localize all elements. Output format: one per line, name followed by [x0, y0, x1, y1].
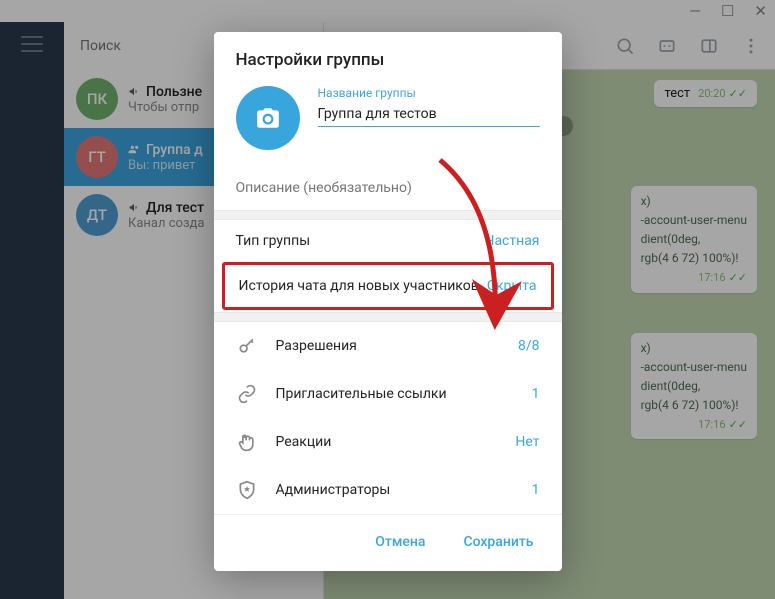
key-icon	[236, 335, 258, 357]
admins-row[interactable]: Администраторы 1	[214, 466, 562, 514]
save-button[interactable]: Сохранить	[449, 527, 547, 557]
group-type-row[interactable]: Тип группы Частная	[214, 220, 562, 262]
link-icon	[236, 383, 258, 405]
reactions-row[interactable]: Реакции Нет	[214, 418, 562, 466]
permissions-row[interactable]: Разрешения 8/8	[214, 322, 562, 370]
chat-history-row[interactable]: История чата для новых участников Скрыта	[225, 265, 551, 307]
camera-icon	[254, 105, 282, 131]
group-photo-button[interactable]	[236, 86, 300, 150]
shield-star-icon	[236, 479, 258, 501]
invite-links-row[interactable]: Пригласительные ссылки 1	[214, 370, 562, 418]
highlight-annotation: История чата для новых участников Скрыта	[222, 262, 554, 310]
cancel-button[interactable]: Отмена	[361, 527, 439, 557]
hand-icon	[236, 431, 258, 453]
group-name-label: Название группы	[318, 86, 540, 100]
modal-overlay[interactable]: Настройки группы Название группы Тип гру…	[0, 0, 775, 599]
description-input[interactable]	[214, 166, 562, 210]
group-name-input[interactable]	[318, 103, 540, 127]
modal-title: Настройки группы	[214, 32, 562, 82]
group-settings-modal: Настройки группы Название группы Тип гру…	[214, 32, 562, 571]
